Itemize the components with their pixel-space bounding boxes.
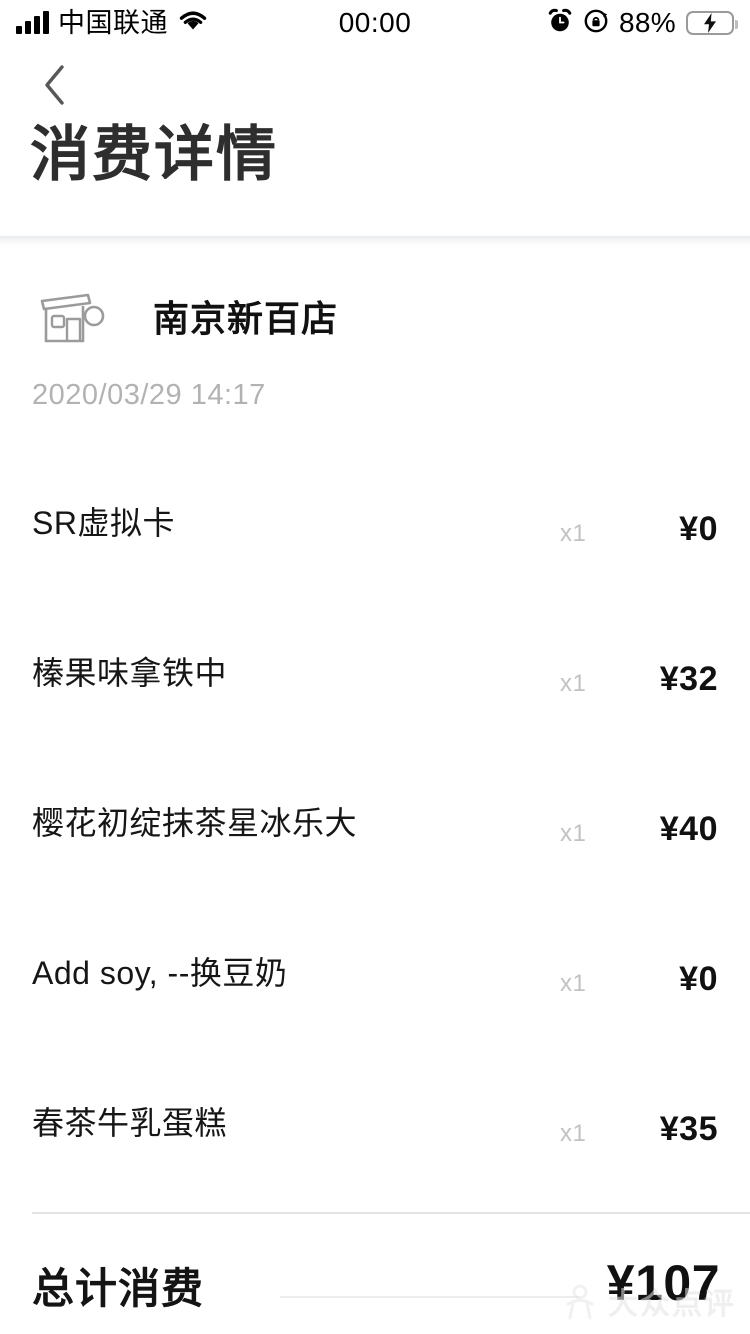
- item-price: ¥32: [659, 660, 718, 698]
- store-datetime: 2020/03/29 14:17: [32, 379, 266, 411]
- item-quantity: x1: [560, 820, 587, 847]
- watermark-line: [280, 1296, 580, 1298]
- store-name: 南京新百店: [153, 298, 339, 339]
- item-name: Add soy, --换豆奶: [32, 955, 288, 991]
- total-value: ¥107: [606, 1255, 720, 1311]
- page-title: 消费详情: [30, 121, 278, 188]
- table-row: 樱花初绽抹茶星冰乐大 x1 ¥40: [0, 778, 750, 928]
- status-bar: 中国联通 00:00 88%: [0, 0, 750, 46]
- item-price: ¥0: [679, 960, 718, 998]
- table-row: 春茶牛乳蛋糕 x1 ¥35: [0, 1078, 750, 1228]
- store-header[interactable]: 南京新百店: [0, 283, 750, 355]
- item-quantity: x1: [560, 970, 587, 997]
- status-bar-left: 中国联通: [16, 9, 209, 38]
- back-button[interactable]: [28, 60, 82, 114]
- table-row: Add soy, --换豆奶 x1 ¥0: [0, 928, 750, 1078]
- item-quantity: x1: [560, 520, 587, 547]
- item-quantity: x1: [560, 670, 587, 697]
- carrier-label: 中国联通: [58, 7, 168, 38]
- alarm-clock-icon: [547, 8, 573, 39]
- item-name: 春茶牛乳蛋糕: [32, 1105, 228, 1141]
- item-name: 榛果味拿铁中: [32, 655, 228, 691]
- item-price: ¥35: [659, 1110, 718, 1148]
- phone-screen: 中国联通 00:00 88% 消费详情 南京新百店 2020/03/29 14:…: [0, 0, 750, 1334]
- table-row: SR虚拟卡 x1 ¥0: [0, 478, 750, 628]
- rotation-lock-icon: [583, 8, 609, 39]
- item-price: ¥40: [659, 810, 718, 848]
- item-name: SR虚拟卡: [32, 505, 175, 541]
- storefront-icon: [30, 288, 110, 350]
- table-row: 榛果味拿铁中 x1 ¥32: [0, 628, 750, 778]
- total-label: 总计消费: [32, 1265, 205, 1312]
- battery-percent-label: 88%: [619, 7, 676, 38]
- item-quantity: x1: [560, 1120, 587, 1147]
- total-divider: [32, 1212, 750, 1214]
- battery-charging-icon: [686, 11, 738, 35]
- dianping-mascot-icon: [560, 1283, 600, 1326]
- status-bar-clock: 00:00: [338, 7, 412, 38]
- chevron-left-icon: [41, 63, 69, 112]
- item-name: 樱花初绽抹茶星冰乐大: [32, 805, 358, 841]
- status-bar-right: 88%: [547, 7, 738, 39]
- item-price: ¥0: [679, 510, 718, 548]
- signal-bars-icon: [16, 11, 49, 34]
- item-list: SR虚拟卡 x1 ¥0 榛果味拿铁中 x1 ¥32 樱花初绽抹茶星冰乐大 x1 …: [0, 478, 750, 1228]
- header-separator: [0, 236, 750, 246]
- wifi-icon: [177, 9, 209, 38]
